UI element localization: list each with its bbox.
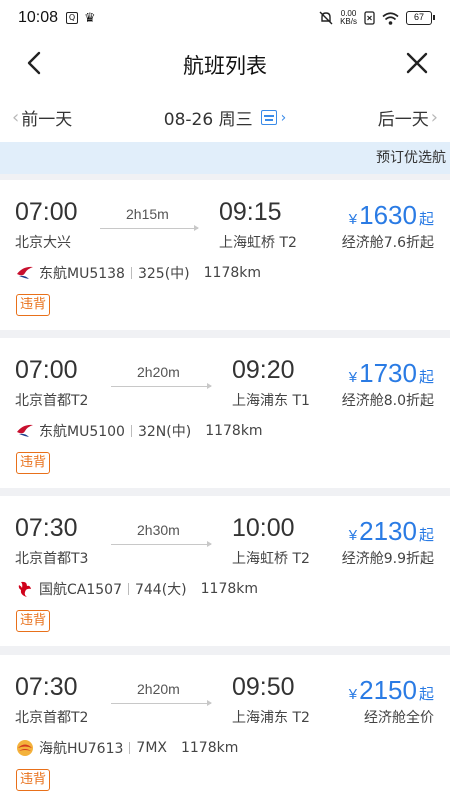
flight-number: 海航HU7613 (39, 741, 124, 757)
current-date-label: 08-26 周三 (163, 110, 253, 130)
flight-duration: 2h20m (137, 681, 180, 697)
flight-number: 东航MU5138 (39, 266, 125, 282)
close-icon[interactable] (402, 48, 432, 78)
arrival-time: 09:20 (232, 356, 295, 384)
duration-arrow (100, 225, 199, 231)
status-icons: 0.00 KB/s 67 (319, 9, 435, 26)
flight-card[interactable]: 07:30 北京首都T2 2h20m 09:50 上海浦东 T2 ¥ 2150 … (0, 655, 450, 800)
duration-arrow (111, 700, 212, 706)
flight-card[interactable]: 07:00 北京首都T2 2h20m 09:20 上海浦东 T1 ¥ 1730 … (0, 338, 450, 488)
departure-time: 07:00 (15, 356, 78, 384)
arrival-time: 09:50 (232, 673, 295, 701)
chevron-right-icon: › (430, 107, 438, 128)
departure-time: 07:30 (15, 514, 78, 542)
departure-airport: 北京大兴 (15, 235, 71, 251)
cabin-discount: 经济舱9.9折起 (341, 551, 434, 567)
battery-icon: 67 (406, 11, 435, 25)
divider (127, 583, 129, 595)
flight-distance: 1178km (180, 740, 239, 756)
flight-meta: 国航CA1507 744(大) 1178km (15, 579, 258, 599)
crown-icon: ♛ (84, 10, 96, 26)
calendar-icon (260, 110, 277, 125)
flight-meta: 海航HU7613 7MX 1178km (15, 738, 238, 758)
arrival-time: 10:00 (232, 514, 295, 542)
hainan-airlines-logo-icon (17, 740, 33, 756)
arrival-airport: 上海浦东 T1 (232, 393, 310, 409)
departure-time: 07:30 (15, 673, 78, 701)
arrival-airport: 上海虹桥 T2 (219, 235, 297, 251)
price-value: 2130 (359, 516, 417, 546)
flight-number: 国航CA1507 (39, 582, 122, 598)
flight-duration: 2h20m (137, 364, 180, 380)
flight-distance: 1178km (205, 423, 263, 439)
price: ¥ 1630 起 (348, 200, 434, 230)
sim-x-icon (364, 11, 375, 25)
flight-distance: 1178km (203, 265, 261, 281)
divider (130, 267, 132, 279)
price: ¥ 2130 起 (348, 516, 434, 546)
departure-airport: 北京首都T3 (15, 551, 89, 567)
aircraft-type: 325(中) (137, 266, 190, 282)
next-day-button[interactable]: 后一天 › (378, 105, 438, 130)
flight-distance: 1178km (200, 581, 259, 597)
flight-meta: 东航MU5138 325(中) 1178km (15, 263, 261, 283)
divider (130, 425, 132, 437)
air-china-logo-icon (18, 581, 31, 597)
divider (129, 742, 131, 754)
status-time: 10:08 (18, 9, 59, 26)
flight-card[interactable]: 07:30 北京首都T3 2h30m 10:00 上海虹桥 T2 ¥ 2130 … (0, 496, 450, 646)
arrival-airport: 上海虹桥 T2 (232, 551, 310, 567)
aircraft-type: 32N(中) (137, 424, 192, 440)
wifi-icon (382, 11, 399, 25)
aircraft-type: 7MX (136, 740, 167, 756)
cabin-discount: 经济舱全价 (364, 710, 434, 726)
flight-number: 东航MU5100 (39, 424, 125, 440)
flight-card[interactable]: 07:00 北京大兴 2h15m 09:15 上海虹桥 T2 ¥ 1630 起 … (0, 180, 450, 330)
price: ¥ 1730 起 (348, 358, 434, 388)
china-eastern-logo-icon (17, 424, 33, 437)
duration-arrow (111, 541, 212, 547)
departure-airport: 北京首都T2 (15, 710, 89, 726)
next-day-label: 后一天 (377, 110, 429, 130)
policy-violation-badge: 违背 (16, 610, 51, 632)
arrival-time: 09:15 (219, 198, 282, 226)
chevron-right-small-icon: › (280, 109, 287, 126)
notice-banner: 预订优选航 (0, 142, 450, 174)
aircraft-type: 744(大) (134, 582, 187, 598)
price-value: 1730 (359, 358, 417, 388)
mute-bell-icon (319, 11, 333, 25)
china-eastern-logo-icon (17, 266, 33, 279)
duration-arrow (111, 383, 212, 389)
net-speed: 0.00 KB/s (340, 9, 357, 26)
status-bar: 10:08 Q ♛ 0.00 KB/s 67 (0, 0, 450, 36)
notification-icon: Q (66, 12, 79, 24)
flight-duration: 2h30m (137, 522, 180, 538)
departure-time: 07:00 (15, 198, 78, 226)
price: ¥ 2150 起 (348, 675, 434, 705)
price-value: 1630 (359, 200, 417, 230)
departure-airport: 北京首都T2 (15, 393, 89, 409)
arrival-airport: 上海浦东 T2 (232, 710, 310, 726)
policy-violation-badge: 违背 (16, 769, 51, 791)
price-value: 2150 (359, 675, 417, 705)
page-title: 航班列表 (183, 54, 267, 78)
nav-bar: 航班列表 (0, 36, 450, 92)
date-selector: ‹ 前一天 08-26 周三 › 后一天 › (0, 92, 450, 142)
cabin-discount: 经济舱8.0折起 (341, 393, 434, 409)
flight-meta: 东航MU5100 32N(中) 1178km (15, 421, 263, 441)
cabin-discount: 经济舱7.6折起 (341, 235, 434, 251)
policy-violation-badge: 违背 (16, 452, 51, 474)
policy-violation-badge: 违背 (16, 294, 51, 316)
flight-duration: 2h15m (126, 206, 169, 222)
